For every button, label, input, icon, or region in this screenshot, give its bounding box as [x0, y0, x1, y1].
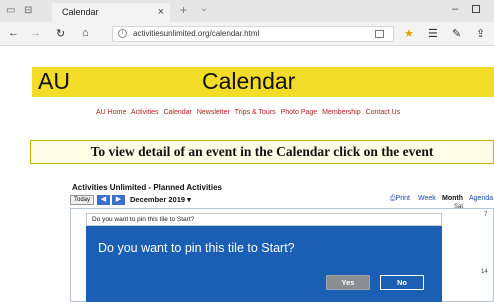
tab-agenda[interactable]: Agenda	[469, 195, 493, 202]
tab-calendar[interactable]: Calendar ×	[52, 3, 170, 22]
info-icon[interactable]: i	[118, 29, 127, 38]
nav-link-contact[interactable]: Contact Us	[366, 109, 401, 116]
next-month-icon[interactable]: ▶	[112, 195, 125, 205]
dialog-title: Do you want to pin this tile to Start?	[92, 216, 195, 223]
tab-title: Calendar	[62, 7, 99, 17]
navigation-bar: ← → ↻ ⌂ i activitiesunlimited.org/calend…	[0, 22, 494, 46]
nav-link-photos[interactable]: Photo Page	[281, 109, 318, 116]
tab-week[interactable]: Week	[418, 195, 436, 202]
prev-month-icon[interactable]: ◀	[97, 195, 110, 205]
banner-logo-au: AU	[38, 68, 70, 94]
tab-bar: ▭ ⊟ Calendar × + ⌄ –	[0, 0, 494, 22]
month-text: December 2019	[130, 195, 186, 204]
forward-icon[interactable]: →	[30, 27, 41, 39]
new-tab-icon[interactable]: +	[180, 3, 187, 17]
yes-button[interactable]: Yes	[326, 275, 370, 290]
calendar-toolbar: Today ◀ ▶ December 2019 ▾ ⎙Print Week Mo…	[70, 195, 494, 207]
no-button[interactable]: No	[380, 275, 424, 290]
refresh-icon[interactable]: ↻	[56, 27, 65, 40]
nav-link-activities[interactable]: Activities	[131, 109, 159, 116]
minimize-icon[interactable]: –	[452, 3, 458, 15]
day-number[interactable]: 14	[481, 269, 488, 275]
favorites-hub-icon[interactable]: ☰	[428, 27, 438, 40]
site-banner: AU Calendar	[32, 67, 494, 97]
banner-title: Calendar	[202, 68, 296, 94]
site-nav: AU Home Activities Calendar Newsletter T…	[96, 109, 403, 116]
reading-view-icon[interactable]	[375, 30, 384, 38]
month-label[interactable]: December 2019 ▾	[130, 195, 191, 204]
calendar-title: Activities Unlimited - Planned Activitie…	[72, 183, 222, 192]
day-number[interactable]: 7	[484, 212, 487, 218]
pin-to-start-dialog: Do you want to pin this tile to Start? D…	[86, 213, 442, 302]
nav-link-home[interactable]: AU Home	[96, 109, 126, 116]
tab-month[interactable]: Month	[442, 195, 463, 202]
tab-list-icon[interactable]: ⌄	[200, 3, 208, 14]
favorite-star-icon[interactable]: ★	[404, 27, 414, 40]
home-icon[interactable]: ⌂	[82, 27, 89, 39]
today-button[interactable]: Today	[70, 195, 95, 205]
nav-link-trips[interactable]: Trips & Tours	[235, 109, 276, 116]
maximize-icon[interactable]	[472, 5, 480, 13]
nav-link-newsletter[interactable]: Newsletter	[197, 109, 230, 116]
print-button[interactable]: ⎙Print	[390, 195, 410, 203]
nav-link-calendar[interactable]: Calendar	[163, 109, 191, 116]
instruction-text: To view detail of an event in the Calend…	[90, 144, 434, 159]
back-icon[interactable]: ←	[8, 27, 19, 39]
month-dropdown-icon[interactable]: ▾	[187, 195, 191, 204]
url-text[interactable]: activitiesunlimited.org/calendar.html	[133, 29, 259, 38]
address-bar[interactable]: i activitiesunlimited.org/calendar.html	[112, 26, 394, 42]
dialog-title-bar: Do you want to pin this tile to Start?	[86, 213, 442, 226]
instruction-box: To view detail of an event in the Calend…	[30, 140, 494, 164]
dialog-message: Do you want to pin this tile to Start?	[98, 241, 295, 255]
share-icon[interactable]: ⇪	[476, 27, 485, 40]
tab-preview-icon[interactable]: ▭	[6, 5, 15, 16]
tabs-aside-icon[interactable]: ⊟	[24, 5, 32, 16]
web-notes-icon[interactable]: ✎	[452, 27, 461, 40]
nav-link-membership[interactable]: Membership	[322, 109, 361, 116]
close-tab-icon[interactable]: ×	[158, 6, 164, 18]
print-label: Print	[395, 195, 411, 202]
